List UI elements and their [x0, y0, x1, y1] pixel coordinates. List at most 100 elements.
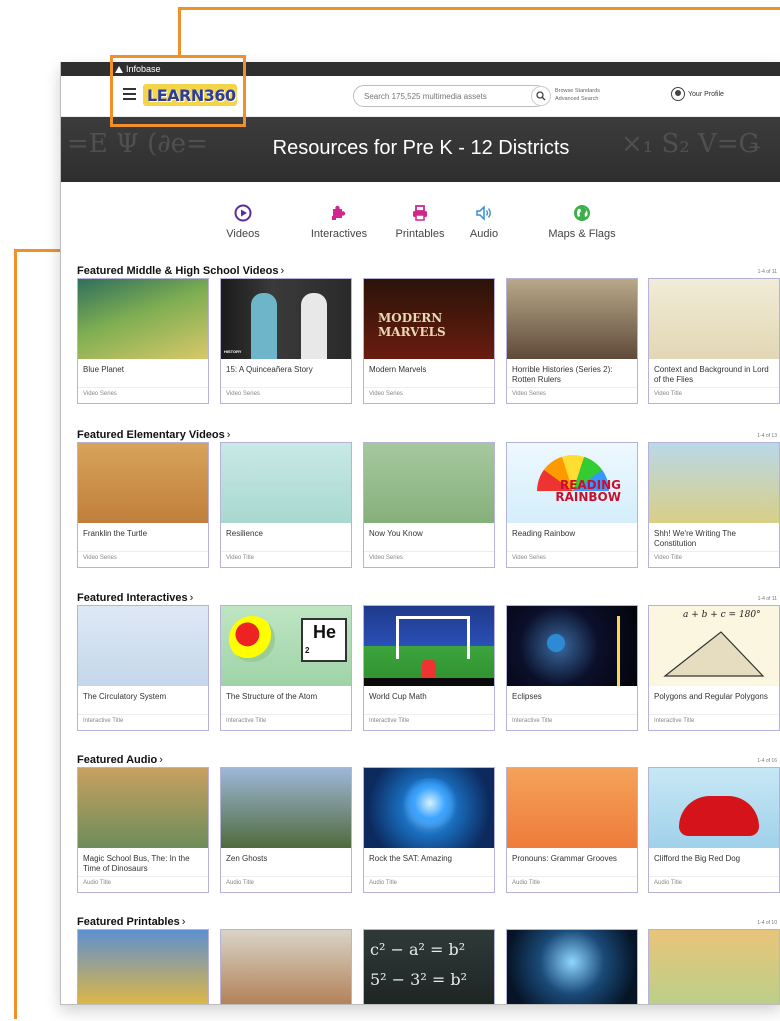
profile-button[interactable]: Your Profile	[671, 86, 724, 104]
section-title[interactable]: Featured Interactives ›	[77, 591, 780, 605]
media-card[interactable]: Magic School Bus, The: In the Time of Di…	[77, 767, 209, 893]
browse-standards-link[interactable]: Browse Standards	[555, 87, 600, 95]
card-title[interactable]: Franklin the Turtle	[83, 529, 203, 539]
card-divider	[649, 387, 779, 388]
card-thumbnail[interactable]	[364, 768, 494, 848]
section-count: 1-4 of 16	[757, 758, 777, 764]
section-count: 1-4 of 10	[757, 920, 777, 926]
card-thumbnail[interactable]: HISTORY	[221, 279, 351, 359]
card-title[interactable]: Blue Planet	[83, 365, 203, 375]
card-thumbnail[interactable]	[649, 930, 779, 1004]
card-title[interactable]: Eclipses	[512, 692, 632, 702]
media-card[interactable]: HISTORY 15: A Quinceañera Story Video Seri…	[220, 278, 352, 404]
card-title[interactable]: World Cup Math	[369, 692, 489, 702]
card-title[interactable]: Resilience	[226, 529, 346, 539]
card-title[interactable]: Rock the SAT: Amazing	[369, 854, 489, 864]
section-title[interactable]: Featured Elementary Videos ›	[77, 428, 780, 442]
card-title[interactable]: Magic School Bus, The: In the Time of Di…	[83, 854, 203, 874]
card-title[interactable]: The Circulatory System	[83, 692, 203, 702]
section-title[interactable]: Featured Printables ›	[77, 915, 780, 929]
card-thumbnail[interactable]	[507, 768, 637, 848]
card-title[interactable]: Modern Marvels	[369, 365, 489, 375]
media-card[interactable]: Resilience Video Title	[220, 442, 352, 568]
advanced-search-link[interactable]: Advanced Search	[555, 95, 600, 103]
category-printables[interactable]: Printables	[385, 204, 455, 240]
card-title[interactable]: 15: A Quinceañera Story	[226, 365, 346, 375]
card-thumbnail[interactable]	[78, 930, 208, 1004]
category-label: Maps & Flags	[548, 228, 616, 240]
card-thumbnail[interactable]	[507, 279, 637, 359]
category-label: Videos	[226, 228, 260, 240]
card-title[interactable]: The Structure of the Atom	[226, 692, 346, 702]
media-card[interactable]: Rock the SAT: Amazing Audio Title	[363, 767, 495, 893]
card-title[interactable]: Clifford the Big Red Dog	[654, 854, 774, 864]
media-card[interactable]: a + b + c = 180° Polygons and Regular Pol…	[648, 605, 780, 731]
card-title[interactable]: Zen Ghosts	[226, 854, 346, 864]
category-videos[interactable]: Videos	[213, 204, 273, 240]
card-thumbnail[interactable]	[78, 768, 208, 848]
media-card[interactable]: He 2 The Structure of the Atom Interactive …	[220, 605, 352, 731]
media-card[interactable]	[648, 929, 780, 1004]
card-thumbnail[interactable]	[221, 443, 351, 523]
section-title[interactable]: Featured Middle & High School Videos ›	[77, 264, 780, 278]
search-input[interactable]	[364, 92, 514, 101]
card-type: Audio Title	[83, 880, 112, 886]
media-card[interactable]: MODERN MARVELS Modern Marvels Video Series	[363, 278, 495, 404]
card-title[interactable]: Context and Background in Lord of the Fl…	[654, 365, 774, 385]
media-card[interactable]: World Cup Math Interactive Title	[363, 605, 495, 731]
media-card[interactable]: c² − a² = b² 5² − 3² = b²	[363, 929, 495, 1004]
section-title-text: Featured Middle & High School Videos	[77, 265, 279, 277]
category-maps-flags[interactable]: Maps & Flags	[537, 204, 627, 240]
media-card[interactable]: Now You Know Video Series	[363, 442, 495, 568]
media-card[interactable]	[220, 929, 352, 1004]
card-title[interactable]: Now You Know	[369, 529, 489, 539]
card-title[interactable]: Pronouns: Grammar Grooves	[512, 854, 632, 864]
card-divider	[364, 551, 494, 552]
media-card[interactable]: The Circulatory System Interactive Title	[77, 605, 209, 731]
card-divider	[649, 551, 779, 552]
card-thumbnail[interactable]: c² − a² = b² 5² − 3² = b²	[364, 930, 494, 1004]
card-thumbnail[interactable]: MODERN MARVELS	[364, 279, 494, 359]
card-title[interactable]: Polygons and Regular Polygons	[654, 692, 774, 702]
media-card[interactable]: Clifford the Big Red Dog Audio Title	[648, 767, 780, 893]
card-thumbnail[interactable]	[78, 443, 208, 523]
media-card[interactable]: Context and Background in Lord of the Fl…	[648, 278, 780, 404]
card-thumbnail[interactable]: READING RAINBOW	[507, 443, 637, 523]
card-thumbnail[interactable]	[507, 930, 637, 1004]
search-button[interactable]	[531, 86, 551, 106]
media-card[interactable]	[77, 929, 209, 1004]
card-thumbnail[interactable]: a + b + c = 180°	[649, 606, 779, 686]
card-type: Video Series	[369, 555, 403, 561]
card-title[interactable]: Shh! We're Writing The Constitution	[654, 529, 774, 549]
media-card[interactable]: Shh! We're Writing The Constitution Video…	[648, 442, 780, 568]
section-title[interactable]: Featured Audio ›	[77, 753, 780, 767]
media-card[interactable]	[506, 929, 638, 1004]
media-card[interactable]: READING RAINBOW Reading Rainbow Video Seri…	[506, 442, 638, 568]
card-thumbnail[interactable]	[364, 443, 494, 523]
media-card[interactable]: Eclipses Interactive Title	[506, 605, 638, 731]
media-card[interactable]: Blue Planet Video Series	[77, 278, 209, 404]
category-interactives[interactable]: Interactives	[299, 204, 379, 240]
callout-line-left-vertical	[14, 249, 17, 1019]
card-type: Audio Title	[226, 880, 255, 886]
card-thumbnail[interactable]	[649, 443, 779, 523]
category-audio[interactable]: Audio	[459, 204, 509, 240]
media-card[interactable]: Franklin the Turtle Video Series	[77, 442, 209, 568]
card-thumbnail[interactable]	[507, 606, 637, 686]
card-thumbnail[interactable]	[78, 279, 208, 359]
card-thumbnail[interactable]	[649, 768, 779, 848]
card-thumbnail[interactable]: He 2	[221, 606, 351, 686]
card-thumbnail[interactable]	[364, 606, 494, 686]
media-card[interactable]: Zen Ghosts Audio Title	[220, 767, 352, 893]
section-count: 1-4 of 11	[757, 269, 777, 275]
card-thumbnail[interactable]	[78, 606, 208, 686]
media-card[interactable]: Pronouns: Grammar Grooves Audio Title	[506, 767, 638, 893]
browser-window: Infobase LEARN360 Browse Standards Advan…	[60, 62, 780, 1005]
media-card[interactable]: Horrible Histories (Series 2): Rotten Ru…	[506, 278, 638, 404]
card-thumbnail[interactable]	[649, 279, 779, 359]
card-title[interactable]: Reading Rainbow	[512, 529, 632, 539]
card-type: Video Series	[512, 391, 546, 397]
card-thumbnail[interactable]	[221, 930, 351, 1004]
card-title[interactable]: Horrible Histories (Series 2): Rotten Ru…	[512, 365, 632, 385]
card-thumbnail[interactable]	[221, 768, 351, 848]
